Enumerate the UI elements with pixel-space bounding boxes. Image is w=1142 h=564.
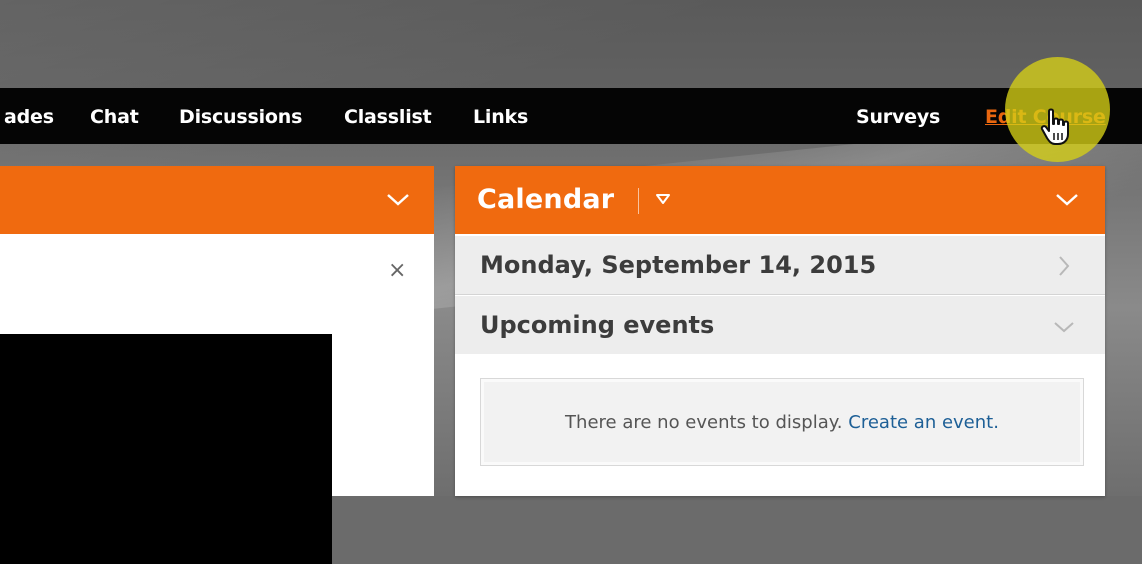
events-empty-box: There are no events to display. Create a… <box>480 378 1084 466</box>
nav-item-chat[interactable]: Chat <box>90 88 139 144</box>
calendar-header: Calendar <box>455 166 1105 234</box>
chevron-down-icon[interactable] <box>1055 193 1079 207</box>
chevron-down-icon[interactable] <box>1053 320 1075 334</box>
nav-item-links[interactable]: Links <box>473 88 528 144</box>
no-events-text: There are no events to display. <box>565 412 843 433</box>
course-navbar: ades Chat Discussions Classlist Links Su… <box>0 88 1142 144</box>
close-icon[interactable]: × <box>388 260 406 282</box>
create-event-link[interactable]: Create an event. <box>848 412 999 433</box>
upcoming-events-row[interactable]: Upcoming events <box>455 296 1105 354</box>
calendar-menu-caret-icon[interactable] <box>655 193 671 205</box>
hand-cursor-icon <box>1040 108 1069 145</box>
calendar-title: Calendar <box>477 184 615 215</box>
calendar-date-row[interactable]: Monday, September 14, 2015 <box>455 236 1105 295</box>
nav-item-surveys[interactable]: Surveys <box>856 88 940 144</box>
upcoming-events-label: Upcoming events <box>480 311 715 339</box>
calendar-date-label: Monday, September 14, 2015 <box>480 251 877 279</box>
header-divider <box>638 188 639 214</box>
left-widget-header <box>0 166 434 235</box>
nav-item-grades[interactable]: ades <box>4 88 54 144</box>
chevron-right-icon[interactable] <box>1057 255 1071 277</box>
chevron-down-icon[interactable] <box>386 193 410 207</box>
nav-item-discussions[interactable]: Discussions <box>179 88 302 144</box>
events-empty-message: There are no events to display. Create a… <box>481 379 1083 465</box>
calendar-widget: Calendar Monday, September 14, 2015 Upco… <box>455 166 1105 496</box>
nav-item-classlist[interactable]: Classlist <box>344 88 432 144</box>
video-thumbnail <box>0 334 332 564</box>
